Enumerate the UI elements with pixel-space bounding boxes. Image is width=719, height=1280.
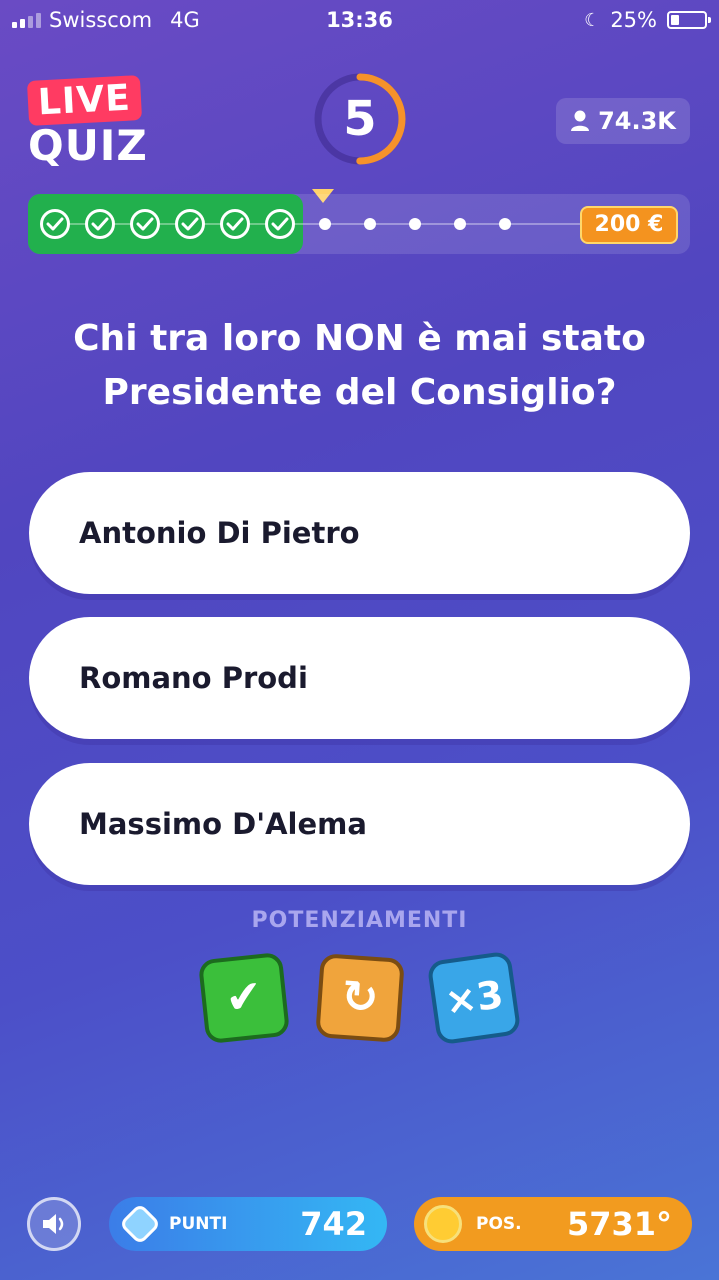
user-icon [571,110,590,131]
logo-live-badge: LIVE [26,75,142,126]
prize-badge: 200 € [580,206,678,244]
points-display: PUNTI 742 [109,1197,387,1251]
countdown-timer: 5 [313,72,407,166]
position-value: 5731° [566,1205,672,1243]
step-completed-icon [130,209,160,239]
step-completed-icon [265,209,295,239]
step-pending-icon [400,209,430,239]
speaker-icon [43,1214,64,1234]
step-completed-icon [175,209,205,239]
step-completed-icon [40,209,70,239]
points-label: PUNTI [169,1214,228,1234]
viewers-count: 74.3K [556,98,690,144]
refresh-icon: ↻ [339,970,381,1025]
medal-icon [424,1205,462,1243]
position-label: POS. [476,1214,522,1234]
viewers-value: 74.3K [598,107,676,135]
step-pending-icon [310,209,340,239]
battery-percent: 25% [610,8,657,32]
plus-diamond-icon [118,1202,162,1246]
logo-quiz-text: QUIZ [28,121,148,170]
answer-label: Antonio Di Pietro [79,516,360,550]
question-text: Chi tra loro NON è mai stato Presidente … [73,318,646,413]
battery-icon [667,11,711,29]
points-value: 742 [300,1205,367,1243]
status-bar: Swisscom 4G 13:36 ☾ 25% [0,0,719,40]
step-completed-icon [85,209,115,239]
checkmark-icon: ✔ [222,970,265,1025]
moon-icon: ☾ [584,9,601,31]
answer-label: Romano Prodi [79,661,308,695]
powerup-refresh-button[interactable]: ↻ [315,953,405,1043]
step-pending-icon [490,209,520,239]
powerup-correct-answer-button[interactable]: ✔ [197,951,291,1045]
powerup-times-three-button[interactable]: ×3 [426,950,522,1046]
answer-option-1[interactable]: Antonio Di Pietro [29,472,690,594]
powerups-title: POTENZIAMENTI [251,908,468,933]
step-pending-icon [355,209,385,239]
step-pending-icon [445,209,475,239]
step-completed-icon [220,209,250,239]
question-progress: 200 € [28,194,690,254]
answer-option-2[interactable]: Romano Prodi [29,617,690,739]
answer-option-3[interactable]: Massimo D'Alema [29,763,690,885]
countdown-number: 5 [343,91,377,147]
live-quiz-logo: LIVE QUIZ [26,75,168,170]
answer-label: Massimo D'Alema [79,807,367,841]
sound-toggle-button[interactable] [27,1197,81,1251]
position-display: POS. 5731° [414,1197,692,1251]
status-right: ☾ 25% [584,8,711,32]
times-three-icon: ×3 [442,972,506,1024]
